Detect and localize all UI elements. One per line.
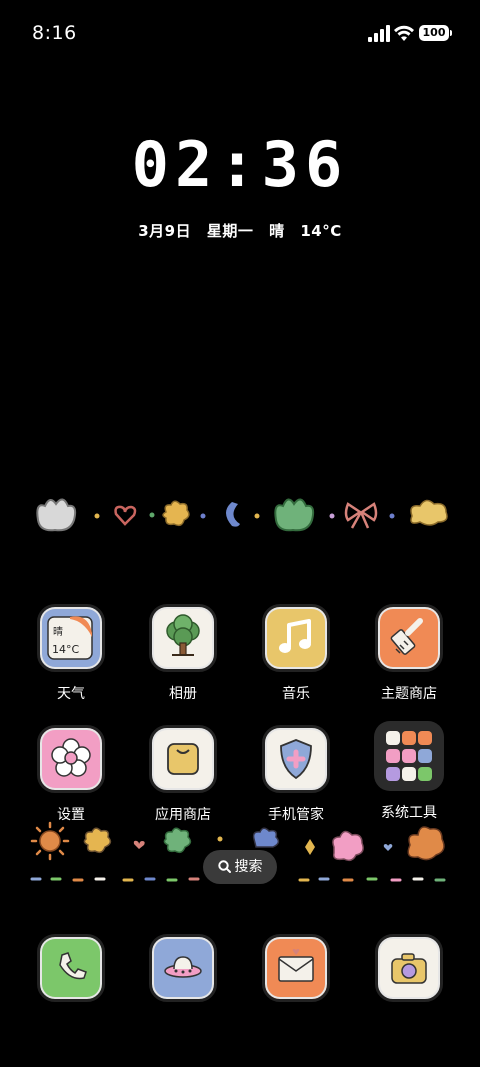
- app-label: 相册: [169, 686, 197, 702]
- search-button[interactable]: 搜索: [203, 850, 277, 884]
- music-note-icon: [262, 604, 330, 672]
- svg-text:晴: 晴: [53, 625, 63, 638]
- envelope-icon: [262, 934, 330, 1002]
- weather-icon: 晴 14°C: [37, 604, 105, 672]
- folder-system-tools[interactable]: 系统工具: [364, 721, 454, 822]
- app-label: 音乐: [282, 686, 310, 702]
- ufo-icon: [149, 934, 217, 1002]
- date-text: 3月9日: [138, 222, 192, 240]
- app-label: 主题商店: [381, 686, 437, 702]
- flower-doodle: [162, 500, 190, 527]
- bag-icon: [149, 725, 217, 793]
- app-music[interactable]: 音乐: [251, 604, 341, 703]
- flower-gear-icon: [37, 725, 105, 793]
- search-icon: [217, 860, 231, 873]
- cloud-doodle: [410, 499, 448, 526]
- moon-doodle: [226, 502, 240, 527]
- wifi-icon: [394, 25, 414, 41]
- app-settings[interactable]: 设置: [26, 725, 116, 824]
- phone-icon: [37, 934, 105, 1002]
- status-time: 8:16: [32, 22, 77, 44]
- bow-doodle: [344, 502, 378, 529]
- cloud-cat-green-doodle: [274, 498, 315, 532]
- battery-indicator: 100: [419, 25, 452, 41]
- svg-text:14°C: 14°C: [52, 643, 79, 656]
- app-phone-manager[interactable]: 手机管家: [251, 725, 341, 824]
- shield-icon: [262, 725, 330, 793]
- search-label: 搜索: [234, 859, 263, 875]
- app-app-store[interactable]: 应用商店: [138, 725, 228, 824]
- camera-icon: [375, 934, 443, 1002]
- signal-icon: [368, 25, 390, 42]
- dock-ufo-app[interactable]: [138, 934, 228, 1002]
- big-clock[interactable]: 02:36: [0, 128, 480, 201]
- brush-icon: [375, 604, 443, 672]
- app-label: 天气: [57, 686, 85, 702]
- heart-doodle: [114, 505, 137, 526]
- folder-icon: [374, 721, 444, 791]
- app-theme-store[interactable]: 主题商店: [364, 604, 454, 703]
- app-weather[interactable]: 晴 14°C 天气: [26, 604, 116, 703]
- date-weather-line[interactable]: 3月9日 星期一 晴 14°C: [0, 220, 480, 241]
- weather-text: 晴: [269, 222, 285, 240]
- dock-phone[interactable]: [26, 934, 116, 1002]
- doodle-decoration-top: [36, 498, 448, 532]
- temperature-text: 14°C: [300, 222, 342, 240]
- sun-doodle: [30, 821, 70, 861]
- dock-camera[interactable]: [364, 934, 454, 1002]
- status-bar: 8:16 100: [0, 0, 480, 66]
- cloud-cat-doodle: [36, 498, 77, 532]
- tree-photo-icon: [149, 604, 217, 672]
- weekday-text: 星期一: [206, 222, 254, 240]
- app-gallery[interactable]: 相册: [138, 604, 228, 703]
- dock-messages[interactable]: [251, 934, 341, 1002]
